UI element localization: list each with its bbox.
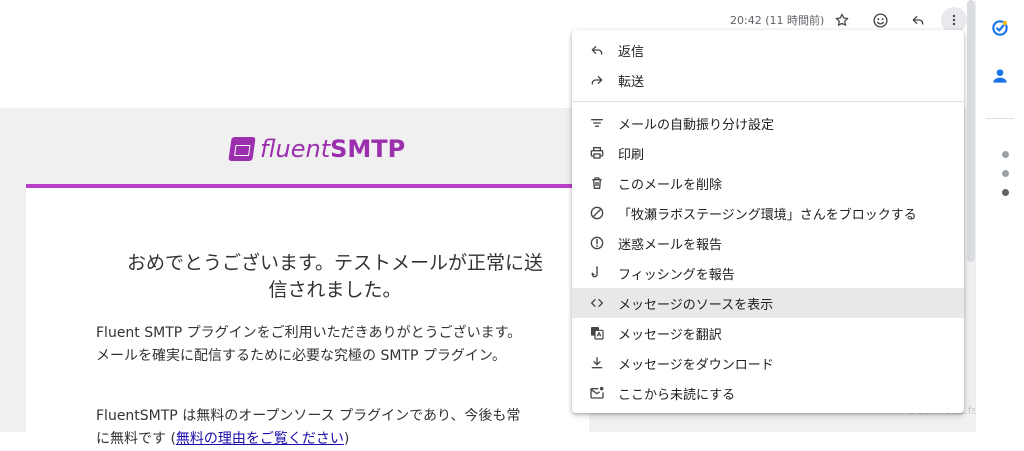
menu-item-label: ここから未読にする bbox=[618, 387, 736, 403]
menu-item-report-spam[interactable]: 迷惑メールを報告 bbox=[572, 228, 964, 258]
email-paragraph-1: Fluent SMTP プラグインをご利用いただきありがとうございます。メールを… bbox=[96, 325, 522, 364]
email-card: おめでとうございます。テストメールが正常に送信されました。 Fluent SMT… bbox=[26, 184, 589, 447]
menu-item-label: 印刷 bbox=[618, 147, 645, 163]
reply-icon bbox=[589, 42, 605, 58]
rail-dot bbox=[1002, 189, 1009, 196]
scrollbar[interactable] bbox=[967, 0, 975, 262]
menu-item-label: メッセージをダウンロード bbox=[618, 357, 774, 373]
more-options-menu: 返信 転送 メールの自動振り分け設定 印刷 このメールを削除 「牧瀬ラボステージ… bbox=[572, 30, 964, 413]
forward-icon bbox=[589, 72, 605, 88]
rail-divider bbox=[986, 118, 1014, 119]
contacts-icon[interactable] bbox=[990, 66, 1010, 90]
fluentsmtp-logo-mark bbox=[228, 137, 256, 161]
download-icon bbox=[589, 355, 605, 371]
menu-item-label: このメールを削除 bbox=[618, 177, 723, 193]
rail-dot bbox=[1002, 151, 1009, 158]
menu-item-print[interactable]: 印刷 bbox=[572, 138, 964, 168]
menu-item-forward[interactable]: 転送 bbox=[572, 65, 964, 95]
menu-item-filter[interactable]: メールの自動振り分け設定 bbox=[572, 108, 964, 138]
spam-icon bbox=[589, 235, 605, 251]
menu-item-show-original[interactable]: メッセージのソースを表示 bbox=[572, 288, 964, 318]
menu-item-label: 「牧瀬ラボステージング環境」さんをブロックする bbox=[618, 207, 917, 223]
rail-dot bbox=[1002, 170, 1009, 177]
menu-item-download[interactable]: メッセージをダウンロード bbox=[572, 348, 964, 378]
menu-item-reply[interactable]: 返信 bbox=[572, 35, 964, 65]
menu-divider bbox=[572, 101, 964, 102]
mark-unread-icon bbox=[589, 385, 605, 401]
menu-item-label: メッセージを翻訳 bbox=[618, 327, 722, 343]
menu-item-label: メールの自動振り分け設定 bbox=[618, 117, 775, 133]
email-timestamp: 20:42 (11 時間前) bbox=[730, 14, 825, 27]
email-title: おめでとうございます。テストメールが正常に送信されました。 bbox=[126, 252, 544, 301]
code-icon bbox=[589, 295, 605, 311]
translate-icon bbox=[589, 325, 605, 341]
menu-item-report-phishing[interactable]: フィッシングを報告 bbox=[572, 258, 964, 288]
block-icon bbox=[589, 205, 605, 221]
menu-item-block-sender[interactable]: 「牧瀬ラボステージング環境」さんをブロックする bbox=[572, 198, 964, 228]
menu-item-label: 迷惑メールを報告 bbox=[618, 237, 723, 253]
trash-icon bbox=[589, 175, 605, 191]
fluentsmtp-logo: fluentSMTP bbox=[228, 133, 406, 165]
filter-icon bbox=[589, 115, 605, 131]
right-side-panel bbox=[975, 0, 1024, 432]
menu-item-label: 返信 bbox=[618, 44, 645, 60]
phishing-icon bbox=[589, 265, 605, 281]
tasks-icon[interactable] bbox=[990, 18, 1010, 42]
menu-item-label: フィッシングを報告 bbox=[618, 267, 735, 283]
menu-item-translate[interactable]: メッセージを翻訳 bbox=[572, 318, 964, 348]
why-free-link[interactable]: 無料の理由をご覧ください bbox=[176, 431, 344, 447]
menu-item-mark-unread[interactable]: ここから未読にする bbox=[572, 378, 964, 408]
menu-item-label: メッセージのソースを表示 bbox=[618, 297, 774, 313]
fluentsmtp-logo-text: fluentSMTP bbox=[260, 135, 406, 163]
menu-item-delete[interactable]: このメールを削除 bbox=[572, 168, 964, 198]
email-paragraph-2: FluentSMTP は無料のオープンソース プラグインであり、今後も常に無料で… bbox=[96, 408, 521, 447]
menu-item-label: 転送 bbox=[618, 74, 645, 90]
print-icon bbox=[589, 145, 605, 161]
